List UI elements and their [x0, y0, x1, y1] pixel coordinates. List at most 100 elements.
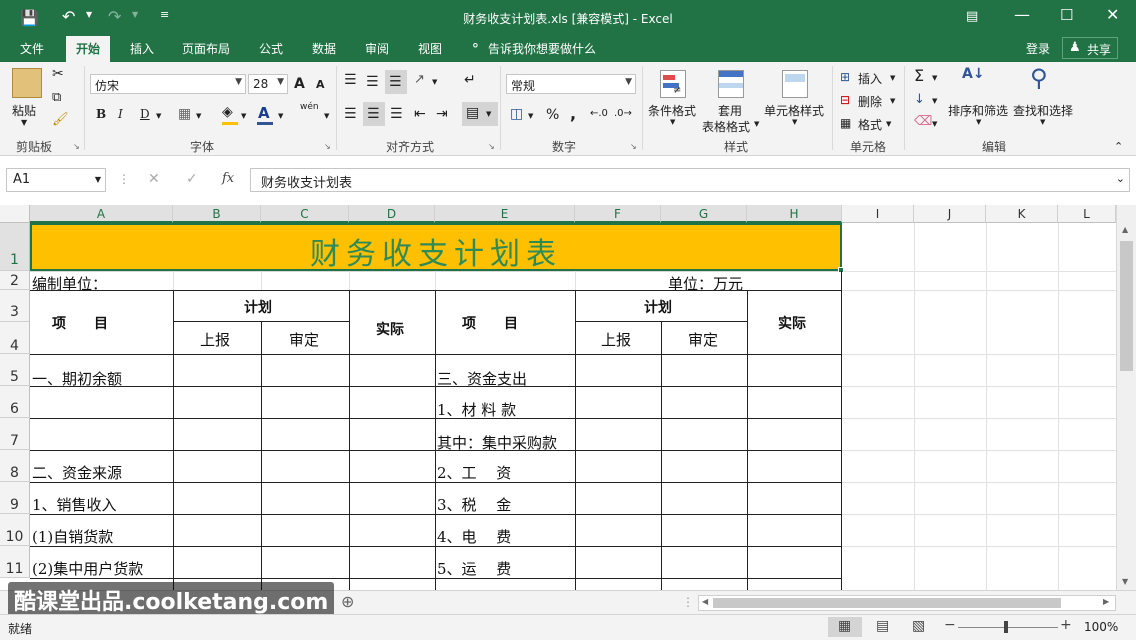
delete-cells-icon[interactable]: ⊟ [840, 93, 850, 107]
select-all-corner[interactable] [0, 205, 30, 223]
sort-dropdown-icon[interactable]: ▼ [976, 118, 981, 126]
zoom-slider-thumb[interactable] [1004, 621, 1008, 633]
delete-cells-button[interactable]: 删除 [858, 93, 882, 110]
cell-e9[interactable]: 3、税 金 [437, 494, 511, 515]
scroll-right-icon[interactable]: ▶ [1103, 597, 1109, 606]
number-format-combo[interactable]: 常规 ▼ [506, 74, 636, 94]
header-report-right[interactable]: 上报 [601, 329, 631, 350]
align-middle-icon[interactable]: ☰ [366, 74, 379, 90]
minimize-icon[interactable]: — [1014, 5, 1030, 24]
row-header-9[interactable]: 9 [0, 482, 30, 514]
comma-button[interactable]: , [570, 104, 576, 123]
autosum-icon[interactable]: Σ [914, 66, 924, 85]
cell-a10[interactable]: (1)自销货款 [32, 526, 113, 547]
conditional-formatting-icon[interactable]: ≠ [660, 70, 686, 98]
tab-formulas[interactable]: 公式 [259, 40, 283, 57]
add-sheet-icon[interactable]: ⊕ [341, 592, 354, 611]
increase-decimal-icon[interactable]: ←.0 [590, 108, 608, 119]
align-left-icon[interactable]: ☰ [344, 106, 357, 122]
column-header-c[interactable]: C [261, 205, 349, 223]
font-color-button[interactable]: A [258, 104, 270, 122]
format-as-table-icon[interactable] [718, 70, 744, 98]
column-header-d[interactable]: D [349, 205, 435, 223]
decrease-decimal-icon[interactable]: .0→ [614, 108, 632, 119]
zoom-in-icon[interactable]: + [1060, 617, 1072, 633]
row-header-7[interactable]: 7 [0, 418, 30, 450]
tab-review[interactable]: 审阅 [365, 40, 389, 57]
tell-me-box[interactable]: 告诉我你想要做什么 [488, 40, 596, 57]
accounting-format-icon[interactable]: ◫ [510, 106, 523, 122]
normal-view-button[interactable]: ▦ [828, 617, 862, 637]
row-header-2[interactable]: 2 [0, 271, 30, 290]
row-header-1[interactable]: 1 [0, 223, 30, 271]
row-header-4[interactable]: 4 [0, 322, 30, 354]
orientation-icon[interactable]: ↗ [414, 72, 425, 87]
fill-color-icon[interactable]: ◈ [222, 104, 233, 120]
header-item-right[interactable]: 项 目 [462, 313, 518, 333]
enter-icon[interactable]: ✓ [186, 171, 198, 187]
column-header-k[interactable]: K [986, 205, 1058, 223]
font-name-combo[interactable]: 仿宋 ▼ [90, 74, 246, 94]
find-select-button[interactable]: 查找和选择 [1013, 102, 1073, 119]
italic-button[interactable]: I [118, 107, 123, 121]
close-icon[interactable]: ✕ [1106, 5, 1119, 24]
cell-styles-icon[interactable] [782, 70, 808, 98]
header-actual-left[interactable]: 实际 [376, 319, 404, 339]
align-top-icon[interactable]: ☰ [344, 72, 357, 88]
format-painter-icon[interactable]: 🖌 [52, 112, 69, 127]
conditional-formatting-button[interactable]: 条件格式 [648, 102, 696, 119]
cell-e6[interactable]: 1、材 料 款 [437, 399, 516, 420]
clear-dropdown-icon[interactable]: ▼ [932, 120, 937, 128]
insert-cells-icon[interactable]: ⊞ [840, 70, 850, 84]
header-report-left[interactable]: 上报 [200, 329, 230, 350]
scroll-down-icon[interactable]: ▼ [1122, 577, 1128, 586]
cell-e8[interactable]: 2、工 资 [437, 462, 511, 483]
tab-file[interactable]: 文件 [20, 40, 44, 57]
cell-a9[interactable]: 1、销售收入 [32, 494, 117, 515]
paste-button[interactable]: 粘贴 [12, 102, 36, 119]
insert-function-button[interactable]: fx [222, 171, 234, 186]
paste-icon[interactable] [12, 68, 42, 98]
orientation-dropdown-icon[interactable]: ▼ [432, 78, 437, 86]
cell-a11[interactable]: (2)集中用户货款 [32, 558, 143, 579]
number-launcher-icon[interactable]: ↘ [630, 142, 637, 151]
wrap-text-icon[interactable]: ↵ [464, 72, 476, 88]
sort-filter-icon[interactable]: A↓ [962, 66, 985, 82]
cond-dropdown-icon[interactable]: ▼ [670, 118, 675, 126]
grow-font-button[interactable]: A [294, 76, 305, 92]
insert-cells-button[interactable]: 插入 [858, 70, 882, 87]
column-header-e[interactable]: E [435, 205, 575, 223]
header-actual-right[interactable]: 实际 [778, 313, 806, 333]
font-color-dropdown-icon[interactable]: ▼ [278, 112, 283, 120]
cut-icon[interactable]: ✂ [52, 66, 64, 82]
row-header-5[interactable]: 5 [0, 354, 30, 386]
phonetic-dropdown-icon[interactable]: ▼ [324, 112, 329, 120]
merge-center-button[interactable]: ▤ ▼ [462, 102, 498, 126]
format-cells-icon[interactable]: ▦ [840, 116, 851, 130]
shrink-font-button[interactable]: A [316, 78, 325, 91]
underline-button[interactable]: D [140, 107, 150, 121]
tab-data[interactable]: 数据 [312, 40, 336, 57]
increase-indent-icon[interactable]: ⇥ [436, 106, 448, 122]
sort-filter-button[interactable]: 排序和筛选 [948, 102, 1008, 119]
cell-e11[interactable]: 5、运 费 [437, 558, 511, 579]
row-header-6[interactable]: 6 [0, 386, 30, 418]
cell-a8[interactable]: 二、资金来源 [32, 462, 122, 483]
column-header-h[interactable]: H [747, 205, 842, 223]
accounting-dropdown-icon[interactable]: ▼ [528, 112, 533, 120]
header-item-left[interactable]: 项 目 [52, 313, 108, 333]
decrease-indent-icon[interactable]: ⇤ [414, 106, 426, 122]
font-launcher-icon[interactable]: ↘ [324, 142, 331, 151]
cell-styles-button[interactable]: 单元格样式 [764, 102, 824, 119]
bold-button[interactable]: B [96, 107, 106, 121]
search-icon[interactable]: ⚲ [1030, 64, 1048, 92]
align-center-button[interactable]: ☰ [363, 102, 385, 126]
scroll-left-icon[interactable]: ◀ [702, 597, 708, 606]
formula-input[interactable]: 财务收支计划表 ⌄ [250, 168, 1130, 192]
copy-icon[interactable]: ⧉ [52, 90, 61, 105]
page-break-view-icon[interactable]: ▧ [912, 618, 925, 634]
row-header-11[interactable]: 11 [0, 546, 30, 578]
header-plan-left[interactable]: 计划 [244, 297, 272, 317]
cancel-icon[interactable]: ✕ [148, 171, 160, 187]
format-as-table-label-1[interactable]: 套用 [718, 102, 742, 119]
